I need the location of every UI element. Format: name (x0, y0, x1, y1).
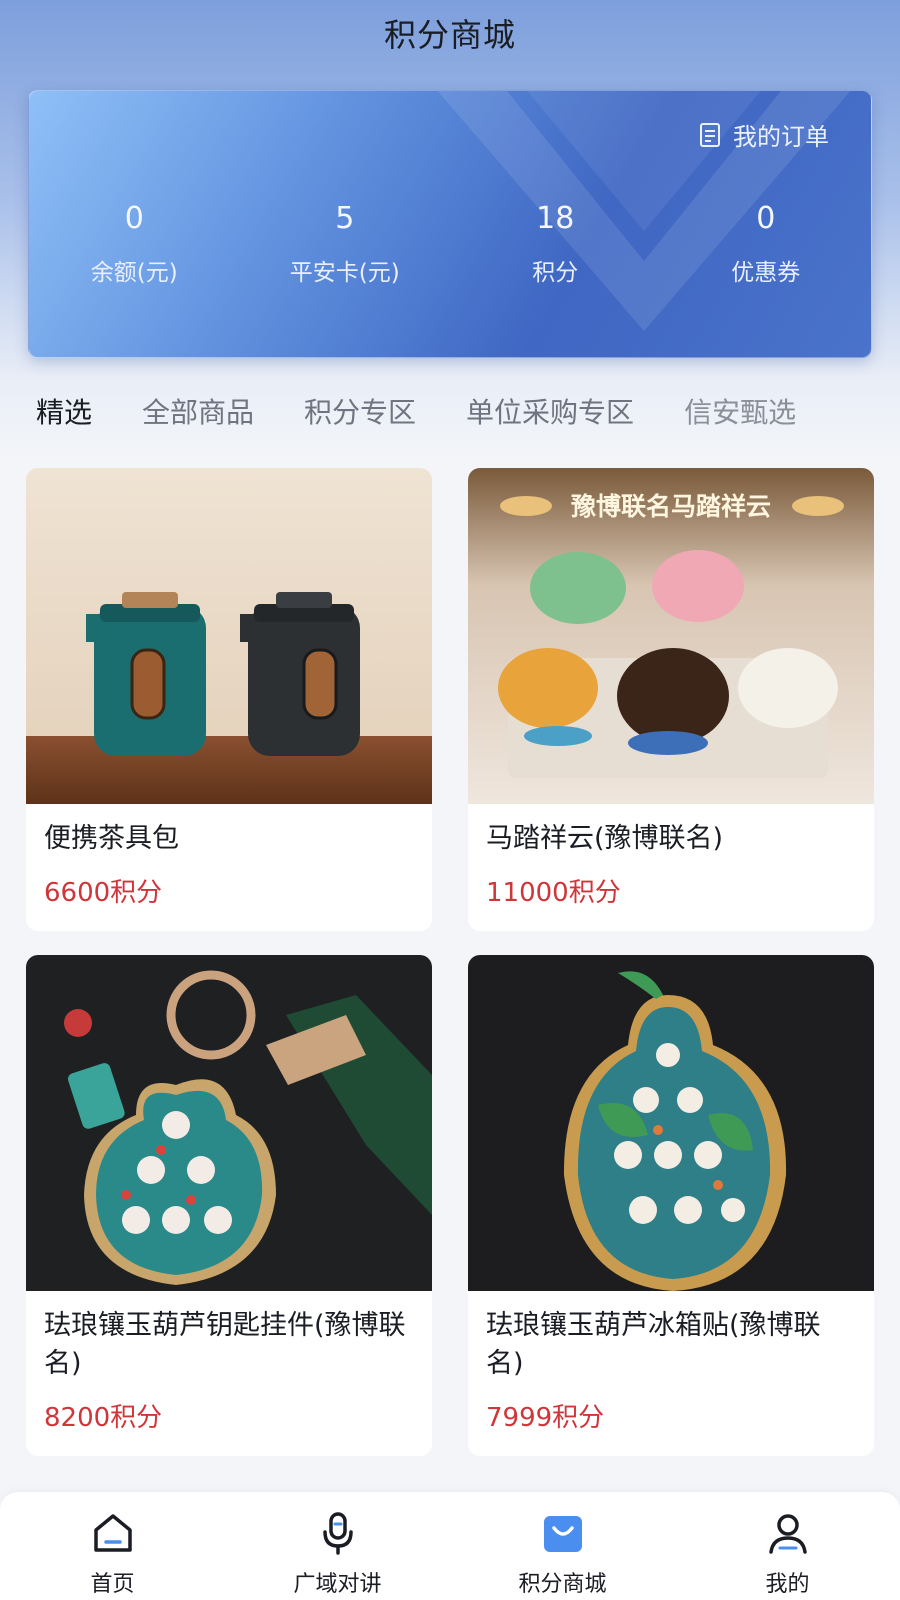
nav-wide-area-intercom[interactable]: 广域对讲 (225, 1492, 450, 1600)
product-info: 珐琅镶玉葫芦钥匙挂件(豫博联名) 8200积分 (26, 1291, 432, 1456)
stat-value: 0 (124, 201, 144, 236)
page-title: 积分商城 (383, 16, 516, 54)
product-name: 便携茶具包 (44, 823, 179, 854)
shopping-bag-icon (543, 1516, 582, 1552)
nav-mine[interactable]: 我的 (675, 1492, 900, 1600)
product-info: 便携茶具包 6600积分 (26, 804, 432, 931)
nav-label: 积分商城 (518, 1572, 607, 1597)
product-card[interactable]: 珐琅镶玉葫芦钥匙挂件(豫博联名) 8200积分 (26, 955, 432, 1456)
microphone-icon (322, 1512, 353, 1555)
stat-label: 平安卡(元) (289, 260, 400, 286)
tab-corporate-purchase[interactable]: 单位采购专区 (466, 391, 634, 431)
product-price: 8200积分 (44, 1403, 163, 1433)
product-price: 11000积分 (486, 878, 621, 908)
product-card[interactable]: 便携茶具包 6600积分 (26, 468, 432, 931)
tab-points-zone[interactable]: 积分专区 (304, 391, 416, 431)
product-banner-text: 豫博联名马踏祥云 (571, 492, 771, 521)
my-orders-label: 我的订单 (733, 123, 829, 151)
stat-safety-card[interactable]: 5 平安卡(元) (240, 199, 451, 287)
my-orders-link[interactable]: 我的订单 (699, 117, 829, 152)
nav-label: 首页 (90, 1572, 135, 1597)
stats-row: 0 余额(元) 5 平安卡(元) 18 积分 0 优惠券 (29, 199, 871, 287)
product-info: 马踏祥云(豫博联名) 11000积分 (468, 804, 874, 931)
account-stats-card: 我的订单 0 余额(元) 5 平安卡(元) 18 积分 0 优惠券 (28, 90, 872, 358)
stat-label: 积分 (532, 260, 579, 286)
stat-label: 优惠券 (731, 260, 801, 286)
category-tabs: 精选 全部商品 积分专区 单位采购专区 信安甄选 (0, 388, 900, 434)
bottom-navigation: 首页 广域对讲 积分商城 我的 (0, 1492, 900, 1600)
stat-balance[interactable]: 0 余额(元) (29, 199, 240, 287)
product-card[interactable]: 豫博联名马踏祥云 马踏祥云(豫博联名) 11000积分 (468, 468, 874, 931)
product-name: 珐琅镶玉葫芦钥匙挂件(豫博联名) (44, 1310, 406, 1379)
nav-label: 广域对讲 (293, 1572, 382, 1597)
product-price: 7999积分 (486, 1403, 605, 1433)
user-icon (768, 1514, 807, 1554)
product-image (26, 468, 432, 804)
nav-label: 我的 (765, 1572, 810, 1597)
order-list-icon (700, 122, 720, 147)
home-icon (93, 1514, 132, 1552)
tab-xinan-selection[interactable]: 信安甄选 (684, 391, 796, 431)
stat-value: 18 (536, 201, 575, 236)
nav-home[interactable]: 首页 (0, 1492, 225, 1600)
tab-all-products[interactable]: 全部商品 (142, 391, 254, 431)
stat-label: 余额(元) (90, 260, 178, 286)
product-image (468, 955, 874, 1291)
product-info: 珐琅镶玉葫芦冰箱贴(豫博联名) 7999积分 (468, 1291, 874, 1456)
stat-coupons[interactable]: 0 优惠券 (661, 199, 872, 287)
product-name: 马踏祥云(豫博联名) (486, 823, 724, 854)
product-price: 6600积分 (44, 878, 163, 908)
product-image (26, 955, 432, 1291)
product-image: 豫博联名马踏祥云 (468, 468, 874, 804)
product-name: 珐琅镶玉葫芦冰箱贴(豫博联名) (486, 1310, 821, 1379)
tab-featured[interactable]: 精选 (36, 391, 92, 431)
points-mall-page: 积分商城 我的订单 0 余额(元) 5 平安卡(元) 18 积分 0 优惠券 精… (0, 0, 900, 1600)
stat-value: 5 (335, 201, 355, 236)
stat-points[interactable]: 18 积分 (450, 199, 661, 287)
nav-points-mall[interactable]: 积分商城 (450, 1492, 675, 1600)
product-grid: 便携茶具包 6600积分 豫博联名马踏祥云 马踏祥云(豫博联名) 11000积分… (26, 468, 874, 1456)
stat-value: 0 (756, 201, 776, 236)
product-card[interactable]: 珐琅镶玉葫芦冰箱贴(豫博联名) 7999积分 (468, 955, 874, 1456)
